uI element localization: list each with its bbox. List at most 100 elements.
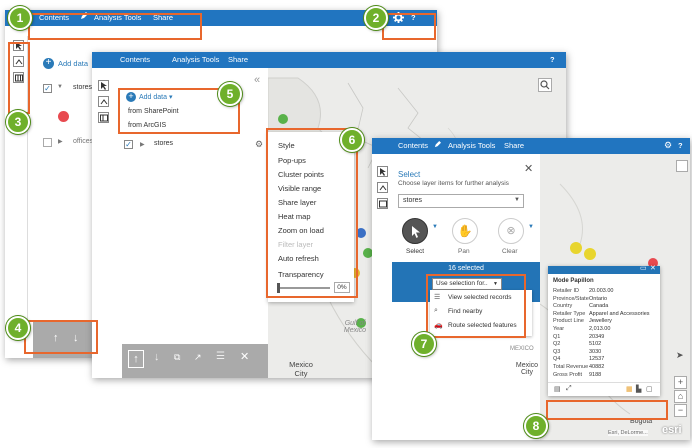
close-icon[interactable]: ✕: [650, 264, 656, 272]
esri-logo: esri: [662, 424, 682, 436]
field-key: Year: [553, 326, 565, 332]
field-value: 12537: [589, 356, 605, 363]
field-value: 20.003.00: [589, 288, 614, 294]
move-down-arrow-icon[interactable]: ↓: [154, 351, 160, 363]
expand-arrow-icon[interactable]: ▼: [57, 84, 63, 90]
select-tool[interactable]: [402, 218, 428, 244]
basemap-tool-button[interactable]: [377, 198, 388, 209]
highlight-side-toolbar: [8, 42, 30, 114]
checkbox-checked[interactable]: ✓: [124, 140, 133, 149]
share-icon[interactable]: ↗: [194, 352, 202, 363]
field-value: Jewellery: [589, 318, 612, 325]
popup-field-row: Q2 5102: [553, 341, 601, 347]
highlight-top-menu: [28, 13, 202, 40]
top-menu-bar: Contents Analysis Tools Share ⚙ ?: [372, 138, 690, 154]
callout-5: 5: [218, 82, 242, 106]
layer-icon[interactable]: ▦: [626, 385, 633, 393]
callout-6: 6: [340, 128, 364, 152]
list-icon[interactable]: ☰: [216, 351, 225, 362]
field-key: Q1: [553, 333, 561, 340]
menu-contents[interactable]: Contents: [120, 55, 150, 64]
map-label-gulf: Gulf of Mexico: [343, 320, 367, 334]
highlight-layer-menu: [266, 128, 358, 298]
clear-dropdown-arrow[interactable]: ▼: [528, 224, 534, 230]
checkbox-unchecked[interactable]: [43, 138, 52, 147]
expand-arrow-icon[interactable]: ▶: [140, 141, 145, 148]
map-point[interactable]: [278, 114, 288, 124]
callout-8: 8: [524, 414, 548, 438]
field-value: 5102: [589, 341, 602, 348]
clear-tool-label: Clear: [502, 248, 518, 255]
home-button[interactable]: ⌂: [674, 390, 687, 403]
chevron-down-icon: ▼: [514, 197, 520, 203]
checkbox-checked[interactable]: ✓: [43, 84, 52, 93]
pan-tool[interactable]: ✋: [452, 218, 478, 244]
field-key: Province/State: [553, 295, 589, 302]
field-key: Retailer ID: [553, 288, 579, 294]
callout-7: 7: [412, 332, 436, 356]
popup-header: ▭ ✕: [548, 264, 660, 274]
basemap-tool-button[interactable]: [98, 112, 109, 123]
close-icon[interactable]: ✕: [240, 350, 249, 363]
legend-red-dot: [58, 111, 69, 122]
popup-footer: ▤ ⤢ ▦ ▙ ▢: [548, 382, 660, 396]
popup-field-row: Q1 20349: [553, 334, 604, 340]
document-icon[interactable]: ▢: [646, 385, 653, 393]
collapse-chevron-icon[interactable]: «: [254, 74, 260, 86]
top-menu-bar: Contents Analysis Tools Share ?: [92, 52, 566, 68]
field-value: Apparel and Accessories: [589, 310, 650, 317]
attribute-table-icon[interactable]: ▤: [554, 385, 561, 393]
select-title: Select: [398, 170, 421, 179]
menu-share[interactable]: Share: [504, 141, 524, 150]
minimize-icon[interactable]: ▭: [640, 264, 647, 272]
locate-arrow-icon[interactable]: ➤: [676, 350, 684, 361]
field-value: 2,013.00: [589, 326, 611, 332]
select-tool-button[interactable]: [377, 166, 388, 177]
zoom-to-icon[interactable]: ⤢: [566, 385, 572, 393]
callout-3: 3: [6, 110, 30, 134]
layer-row-stores[interactable]: ✓ ▶ stores ⚙: [122, 139, 270, 152]
select-dropdown-arrow[interactable]: ▼: [432, 224, 438, 230]
field-value: 9188: [589, 371, 602, 378]
move-up-button[interactable]: ↑: [128, 350, 144, 368]
help-button[interactable]: ?: [678, 141, 683, 150]
select-tool-button[interactable]: [98, 80, 109, 91]
field-value: 40882: [589, 364, 605, 370]
field-value: Canada: [589, 303, 609, 310]
map-search-icon[interactable]: [538, 78, 552, 92]
clear-tool[interactable]: ⊗: [498, 218, 524, 244]
highlight-bottom-toolbar: [24, 320, 98, 354]
zoom-out-button[interactable]: −: [674, 404, 687, 417]
map-search-icon[interactable]: [676, 160, 688, 172]
callout-4: 4: [6, 316, 30, 340]
menu-share[interactable]: Share: [228, 55, 248, 64]
map-point[interactable]: [570, 242, 582, 254]
chart-icon[interactable]: ▙: [636, 385, 641, 393]
close-icon[interactable]: ✕: [524, 162, 533, 175]
panel-front: Contents Analysis Tools Share ⚙ ? ➤ + ⌂ …: [372, 138, 690, 440]
help-button[interactable]: ?: [550, 55, 555, 64]
gear-icon[interactable]: ⚙: [664, 140, 672, 151]
field-value: 20349: [589, 333, 605, 340]
layer-options-gear-icon[interactable]: ⚙: [255, 139, 263, 150]
copy-icon[interactable]: ⧉: [174, 352, 180, 363]
analysis-tool-button[interactable]: [377, 182, 388, 193]
select-description: Choose layer items for further analysis: [398, 180, 509, 187]
analysis-tool-button[interactable]: [98, 96, 109, 107]
layer-name: offices: [73, 138, 94, 145]
expand-arrow-icon[interactable]: ▶: [58, 138, 63, 145]
menu-analysis-tools[interactable]: Analysis Tools: [172, 55, 219, 64]
field-value: Ontario: [589, 295, 608, 302]
popup-field-row: Retailer ID 20.003.00: [553, 288, 613, 294]
map-point[interactable]: [584, 248, 596, 260]
menu-analysis-tools[interactable]: Analysis Tools: [448, 141, 495, 150]
zoom-in-button[interactable]: +: [674, 376, 687, 389]
layer-select[interactable]: stores ▼: [398, 194, 524, 208]
map-label-mexico: MEXICO: [510, 346, 534, 352]
callout-1: 1: [8, 6, 32, 30]
menu-contents[interactable]: Contents: [398, 141, 428, 150]
bottom-toolbar: ↑ ↓ ⧉ ↗ ☰ ✕: [122, 344, 268, 378]
field-key: Product Line: [553, 318, 584, 325]
field-key: Total Revenue: [553, 364, 589, 370]
highlight-popup-footer: [546, 400, 668, 420]
